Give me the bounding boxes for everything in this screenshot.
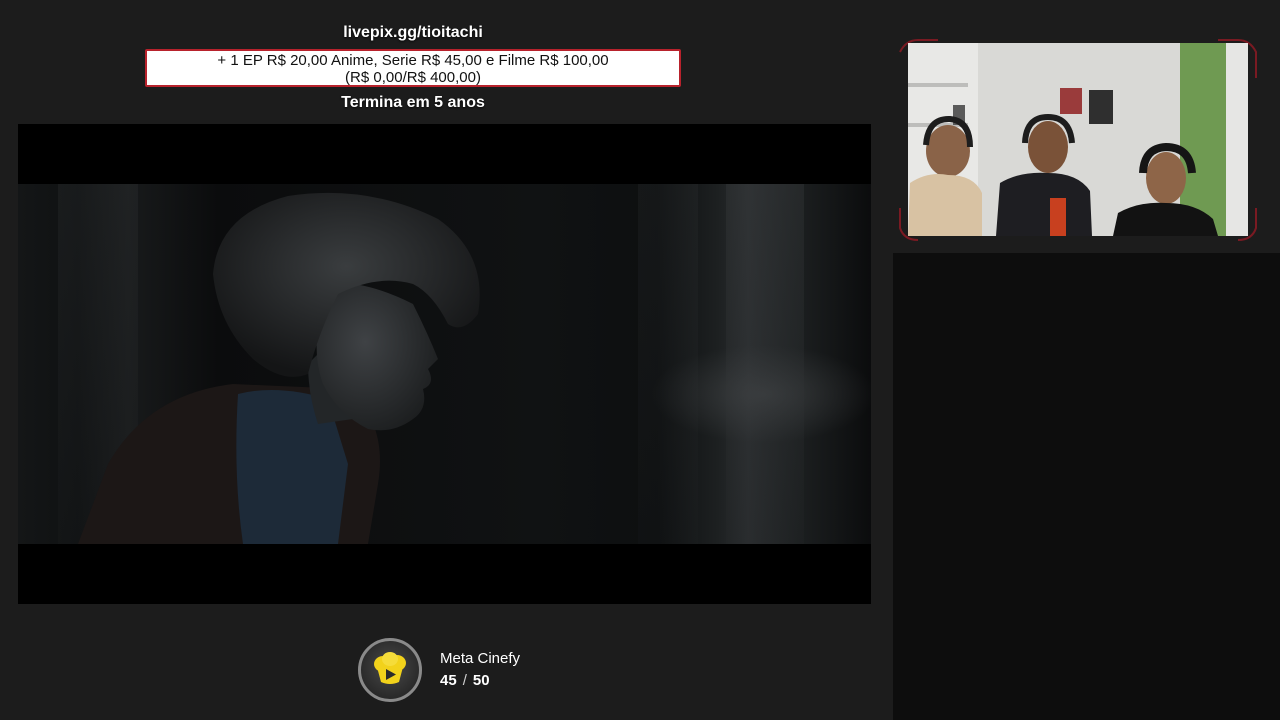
- donation-goal-box: + 1 EP R$ 20,00 Anime, Serie R$ 45,00 e …: [145, 49, 681, 87]
- donation-goal-progress: (R$ 0,00/R$ 400,00): [345, 69, 481, 86]
- meta-current: 45: [440, 672, 457, 689]
- meta-separator: /: [462, 672, 467, 689]
- popcorn-play-icon: [374, 652, 406, 684]
- chat-panel: [893, 253, 1280, 720]
- meta-total: 50: [472, 672, 490, 689]
- video-player[interactable]: [18, 124, 871, 604]
- meta-progress-count: 45 / 50: [440, 672, 490, 690]
- movie-scene-image: [78, 192, 480, 544]
- donation-goal-ends: Termina em 5 anos: [341, 94, 485, 111]
- meta-cinefy-badge: [358, 638, 422, 702]
- video-frame: [18, 184, 871, 544]
- webcam-feed: [908, 43, 1248, 236]
- webcam-scene-image: [908, 43, 1248, 236]
- stream-layout: livepix.gg/tioitachi + 1 EP R$ 20,00 Ani…: [0, 0, 1280, 720]
- donation-url: livepix.gg/tioitachi: [343, 24, 483, 41]
- meta-title: Meta Cinefy: [440, 650, 521, 667]
- donation-goal-description: + 1 EP R$ 20,00 Anime, Serie R$ 45,00 e …: [217, 52, 609, 69]
